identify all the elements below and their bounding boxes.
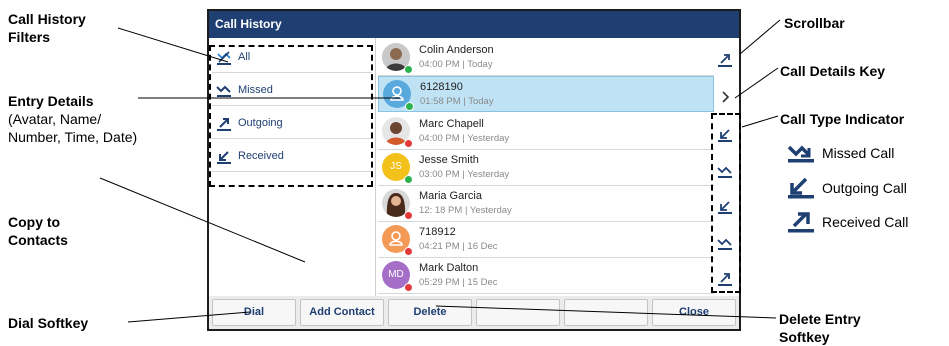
entry-name: Marc Chapell [419,118,484,130]
empty-softkey-4[interactable] [476,299,560,326]
entry-time: 05:29 PM | 15 Dec [419,277,498,288]
presence-indicator [404,175,413,184]
call-entry[interactable]: MD Mark Dalton 05:29 PM | 15 Dec [378,258,714,294]
avatar-initials: JS [390,161,402,172]
annotation-delete-entry-softkey: Delete Entry Softkey [779,311,861,345]
call-entry[interactable]: Maria Garcia 12: 18 PM | Yesterday [378,186,714,222]
annotation-text: Call History Filters [8,11,86,45]
presence-indicator [404,211,413,220]
missed-call-icon [787,145,814,163]
entry-time: 12: 18 PM | Yesterday [419,205,512,216]
entry-name: Mark Dalton [419,262,479,274]
outgoing-call-icon[interactable] [717,52,733,68]
presence-indicator [404,65,413,74]
add-contact-softkey[interactable]: Add Contact [300,299,384,326]
entry-time: 04:00 PM | Yesterday [419,133,510,144]
call-entry[interactable]: 718912 04:21 PM | 16 Dec [378,222,714,258]
annotation-entry-details: Entry Details [8,93,94,109]
entry-time: 03:00 PM | Yesterday [419,169,510,180]
empty-softkey-5[interactable] [564,299,648,326]
call-entry[interactable]: Marc Chapell 04:00 PM | Yesterday [378,114,714,150]
annotation-entry-details-sub: (Avatar, Name/ Number, Time, Date) [8,111,138,145]
call-entry[interactable]: JS Jesse Smith 03:00 PM | Yesterday [378,150,714,186]
entry-name: 718912 [419,226,456,238]
presence-indicator [405,102,414,111]
call-entry-selected[interactable]: 6128190 01:58 PM | Today [378,76,714,112]
dial-softkey[interactable]: Dial [212,299,296,326]
legend-received-call-label: Received Call [822,214,909,230]
presence-indicator [404,247,413,256]
close-softkey[interactable]: Close [652,299,736,326]
entry-name: Colin Anderson [419,44,494,56]
screen-title: Call History [209,11,739,38]
highlight-filters [209,45,373,187]
avatar-initials: MD [388,269,404,280]
entry-time: 01:58 PM | Today [420,96,494,107]
annotation-call-history-filters: Call History Filters [8,10,138,46]
highlight-type-indicators [711,113,741,293]
annotation-call-details-key: Call Details Key [780,63,886,79]
entry-name: Jesse Smith [419,154,479,166]
legend-missed-call-label: Missed Call [822,145,895,161]
outgoing-call-icon [788,177,814,199]
presence-indicator [404,139,413,148]
softkey-bar: Dial Add Contact Delete Close [209,296,739,329]
chevron-right-icon[interactable] [717,89,733,105]
call-entry[interactable]: Colin Anderson 04:00 PM | Today [378,40,714,76]
legend-outgoing-call-label: Outgoing Call [822,180,907,196]
annotation-call-type-indicator: Call Type Indicator [780,111,905,127]
annotation-copy-to-contacts: Copy to Contacts [8,214,68,248]
delete-softkey[interactable]: Delete [388,299,472,326]
annotation-scrollbar: Scrollbar [784,15,845,31]
entry-name: Maria Garcia [419,190,482,202]
presence-indicator [404,283,413,292]
received-call-icon [788,212,814,233]
entry-time: 04:21 PM | 16 Dec [419,241,498,252]
entry-time: 04:00 PM | Today [419,59,493,70]
call-history-list: Colin Anderson 04:00 PM | Today 6128190 … [376,38,739,296]
entry-name: 6128190 [420,81,463,93]
annotation-dial-softkey: Dial Softkey [8,315,89,331]
